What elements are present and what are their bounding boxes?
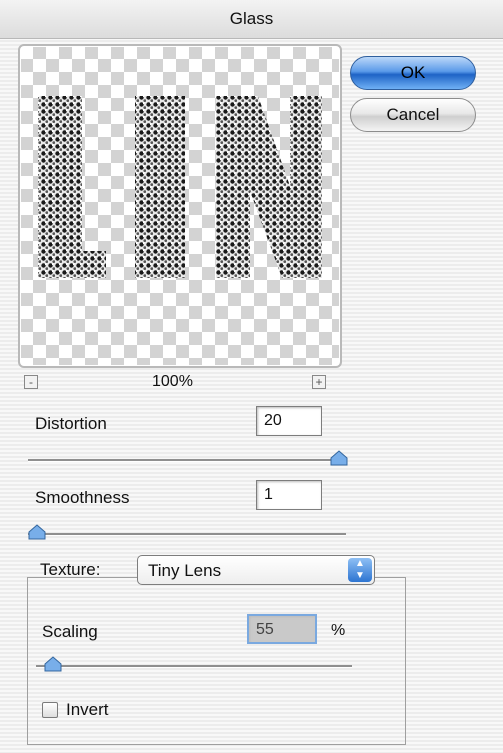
zoom-out-button[interactable]: - xyxy=(24,375,38,389)
cancel-button[interactable]: Cancel xyxy=(350,98,476,132)
invert-checkbox[interactable] xyxy=(42,702,58,718)
scaling-slider-thumb[interactable] xyxy=(44,656,62,672)
texture-select[interactable]: Tiny Lens ▲ ▼ xyxy=(137,555,375,585)
smoothness-label: Smoothness xyxy=(35,488,130,507)
window-title: Glass xyxy=(229,9,274,28)
invert-label: Invert xyxy=(66,700,109,719)
scaling-label: Scaling xyxy=(42,622,98,641)
window-titlebar: Glass xyxy=(0,0,503,39)
scaling-slider-track[interactable] xyxy=(36,665,352,668)
select-arrows-icon: ▲ ▼ xyxy=(348,558,372,582)
texture-selected: Tiny Lens xyxy=(148,561,222,580)
zoom-in-button[interactable]: + xyxy=(312,375,326,389)
smoothness-field[interactable]: 1 xyxy=(256,480,322,510)
scaling-field[interactable]: 55 xyxy=(247,614,317,644)
filter-preview[interactable] xyxy=(18,44,342,368)
distortion-slider-track[interactable] xyxy=(28,459,346,462)
distortion-field[interactable]: 20 xyxy=(256,406,322,436)
texture-label: Texture: xyxy=(40,560,101,579)
smoothness-slider-track[interactable] xyxy=(28,533,346,536)
scaling-unit: % xyxy=(331,622,346,639)
smoothness-slider-thumb[interactable] xyxy=(28,524,46,540)
distortion-slider-thumb[interactable] xyxy=(330,450,348,466)
ok-button[interactable]: OK xyxy=(350,56,476,90)
preview-image xyxy=(38,96,322,278)
zoom-level: 100% xyxy=(152,373,193,390)
distortion-label: Distortion xyxy=(35,414,107,433)
